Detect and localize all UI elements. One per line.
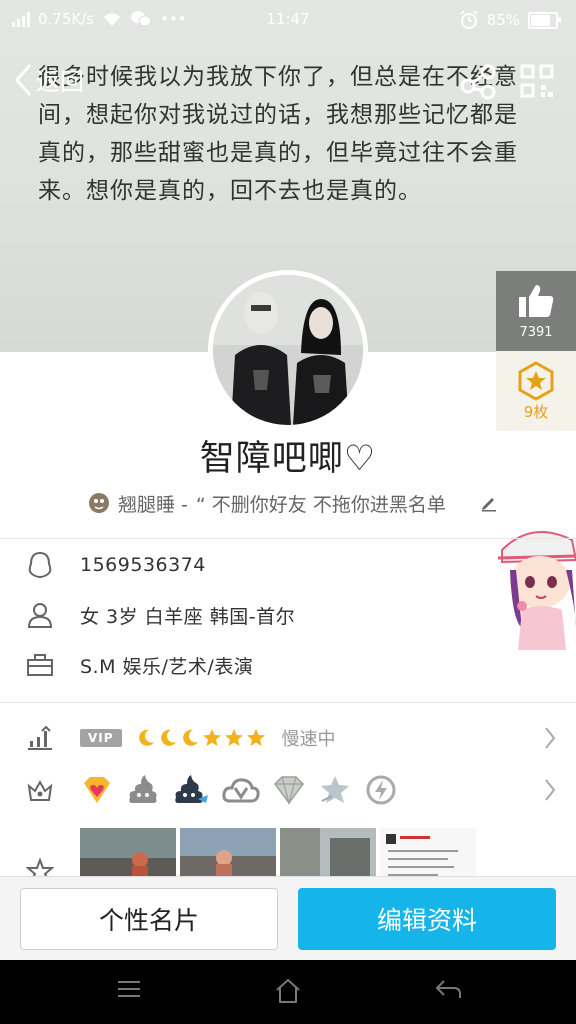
basic-info-row: 女 3岁 白羊座 韩国-首尔: [0, 590, 576, 640]
like-count: 7391: [519, 325, 553, 340]
penguin-icon: [28, 551, 52, 579]
profile-screen: 很多时候我以为我放下你了，但总是在不经意间，想起你对我说过的话，我想那些记忆都是…: [0, 0, 576, 1024]
badge-button[interactable]: 9枚: [496, 351, 576, 431]
chevron-left-icon: [15, 63, 32, 96]
edit-profile-button[interactable]: 编辑资料: [298, 888, 556, 950]
star-icon: [202, 729, 221, 746]
system-navigation-bar: [0, 960, 576, 1024]
star-outline-icon: [321, 776, 349, 803]
qq-number-row: 1569536374: [0, 540, 576, 590]
back-button[interactable]: 返回: [14, 62, 84, 97]
crown-icon: [27, 779, 53, 801]
chevron-right-icon: [545, 727, 556, 749]
vip-tag: VIP: [80, 729, 122, 747]
like-button[interactable]: 7391: [496, 271, 576, 351]
alarm-icon: [459, 10, 478, 29]
avatar[interactable]: [208, 270, 368, 430]
heart-diamond-icon: [84, 777, 110, 803]
battery-icon: [528, 11, 561, 29]
badge-count: 9枚: [523, 403, 549, 421]
job-row: S.M 娱乐/艺术/表演: [0, 640, 576, 690]
chevron-right-icon: [545, 779, 556, 801]
signature-name: 翘腿睡 -: [118, 493, 188, 516]
cloud-v-icon: [222, 778, 260, 803]
job-info: S.M 娱乐/艺术/表演: [80, 655, 254, 678]
share-icon[interactable]: [458, 62, 498, 100]
level-row[interactable]: VIP 慢速中: [0, 710, 576, 766]
briefcase-icon: [27, 654, 53, 676]
poop-blue-icon: [175, 775, 208, 803]
speed-status: 慢速中: [281, 729, 336, 750]
signature-row[interactable]: 翘腿睡 - “ 不删你好友 不拖你进黑名单: [88, 488, 498, 518]
menu-icon[interactable]: [116, 978, 142, 1000]
profile-card-button[interactable]: 个性名片: [20, 888, 278, 950]
back-arrow-icon[interactable]: [434, 978, 462, 1000]
signature-avatar-icon: [89, 493, 109, 513]
lightning-badge-icon: [366, 775, 396, 805]
qq-number: 1569536374: [80, 554, 206, 576]
thumbs-up-icon: [519, 285, 554, 317]
person-icon: [27, 603, 53, 628]
star-icon: [224, 729, 243, 746]
nickname: 智障吧唧♡: [199, 439, 377, 479]
diamond-gray-icon: [274, 776, 304, 805]
home-icon[interactable]: [274, 978, 302, 1004]
level-chart-icon: [28, 725, 52, 750]
signature-text: “ 不删你好友 不拖你进黑名单: [195, 493, 446, 516]
level-icons: [136, 728, 266, 748]
battery-percent: 85%: [486, 11, 520, 29]
back-label: 返回: [36, 68, 84, 96]
status-bar: 0.75K/s ••• 11:47 85%: [0, 0, 576, 38]
qr-code-icon[interactable]: [520, 64, 554, 98]
star-outline-row-icon: [26, 858, 54, 878]
basic-info: 女 3岁 白羊座 韩国-首尔: [80, 605, 296, 628]
moon-icon: [160, 729, 176, 746]
moon-icon: [182, 729, 198, 746]
star-badge-icon: [518, 361, 554, 401]
badges-row[interactable]: [0, 762, 576, 818]
poop-gray-icon: [129, 775, 157, 803]
moon-icon: [138, 729, 154, 746]
star-icon: [246, 729, 265, 746]
avatar-photo: [213, 275, 363, 425]
action-bar: 个性名片 编辑资料: [0, 876, 576, 961]
